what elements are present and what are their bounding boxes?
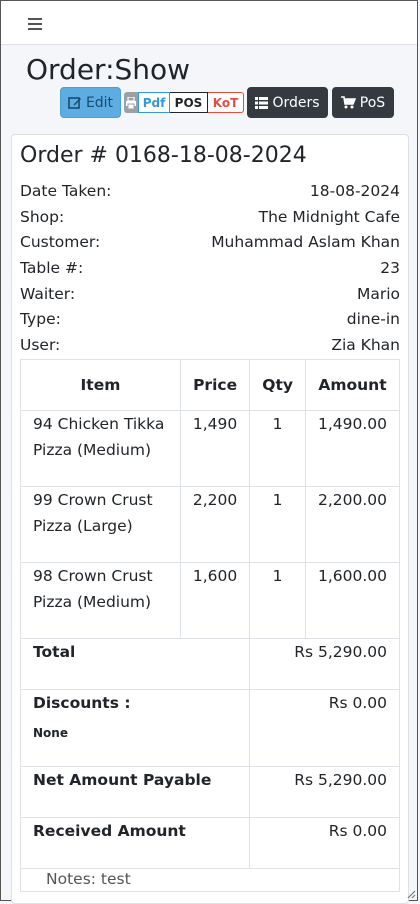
info-value: Zia Khan [331,336,400,354]
item-amount: 1,600.00 [304,562,401,639]
info-row-date: Date Taken: 18-08-2024 [20,182,400,206]
info-label: Table #: [20,259,84,277]
info-value: Muhammad Aslam Khan [211,233,400,251]
pdf-button[interactable]: Pdf [138,92,170,113]
item-amount: 2,200.00 [304,486,401,563]
received-amount-row: Received Amount Rs 0.00 [19,817,400,869]
info-label: Waiter: [20,285,76,303]
column-header-qty: Qty [249,359,306,411]
info-label: Type: [20,310,61,328]
order-title: Order # 0168-18-08-2024 [20,143,307,168]
info-value: The Midnight Cafe [258,208,400,226]
orders-label: Orders [272,94,320,111]
total-row: Total Rs 5,290.00 [19,638,400,690]
net-amount-row: Net Amount Payable Rs 5,290.00 [19,766,400,818]
column-header-item: Item [20,359,181,411]
table-header-row: Item Price Qty Amount [20,359,401,411]
discounts-row: Discounts : None Rs 0.00 [19,689,400,767]
column-header-price: Price [179,359,251,411]
info-value: Mario [356,285,400,303]
cart-icon [340,96,356,109]
item-name: 99 Crown Crust Pizza (Large) [20,486,181,563]
info-label: User: [20,336,61,354]
pos-print-button[interactable]: POS [170,92,208,113]
info-value: 23 [380,259,400,277]
info-row-user: User: Zia Khan [20,336,400,360]
info-row-shop: Shop: The Midnight Cafe [20,208,400,232]
printer-icon [124,92,138,113]
pos-label: PoS [359,94,386,111]
net-amount-value: Rs 5,290.00 [249,766,400,818]
table-row: 98 Crown Crust Pizza (Medium) 1,600 1 1,… [20,562,401,639]
item-qty: 1 [249,486,306,563]
print-button-group: Pdf POS KoT [124,92,244,113]
top-navbar [1,1,417,45]
pos-button[interactable]: PoS [332,87,394,118]
info-row-table: Table #: 23 [20,259,400,283]
info-label: Customer: [20,233,101,251]
received-amount-value: Rs 0.00 [249,817,400,869]
edit-button[interactable]: Edit [60,87,121,118]
total-label: Total [19,638,251,690]
info-row-waiter: Waiter: Mario [20,285,400,309]
item-price: 1,490 [179,410,251,487]
discounts-cell: Discounts : None [19,689,251,767]
item-name: 94 Chicken Tikka Pizza (Medium) [20,410,181,487]
total-value: Rs 5,290.00 [249,638,400,690]
hamburger-menu-icon[interactable] [28,18,42,30]
list-icon [255,96,269,109]
info-row-type: Type: dine-in [20,310,400,334]
edit-label: Edit [85,94,114,111]
edit-icon [68,96,81,109]
order-notes: Notes: test [20,866,400,892]
item-amount: 1,490.00 [304,410,401,487]
net-amount-label: Net Amount Payable [19,766,251,818]
order-items-table: Item Price Qty Amount 94 Chicken Tikka P… [19,359,401,869]
column-header-amount: Amount [304,359,401,411]
item-qty: 1 [249,562,306,639]
resize-grip-icon[interactable] [404,887,416,899]
info-row-customer: Customer: Muhammad Aslam Khan [20,233,400,257]
item-price: 2,200 [179,486,251,563]
received-amount-label: Received Amount [19,817,251,869]
item-name: 98 Crown Crust Pizza (Medium) [20,562,181,639]
discounts-note: None [33,726,68,740]
info-label: Date Taken: [20,182,112,200]
item-price: 1,600 [179,562,251,639]
info-label: Shop: [20,208,65,226]
info-value: dine-in [346,310,400,328]
discounts-value: Rs 0.00 [249,689,400,767]
orders-button[interactable]: Orders [247,87,328,118]
table-row: 94 Chicken Tikka Pizza (Medium) 1,490 1 … [20,410,401,487]
page-title: Order:Show [26,53,191,86]
kot-button[interactable]: KoT [208,92,244,113]
info-value: 18-08-2024 [309,182,400,200]
item-qty: 1 [249,410,306,487]
discounts-label: Discounts : [33,694,131,712]
table-row: 99 Crown Crust Pizza (Large) 2,200 1 2,2… [20,486,401,563]
